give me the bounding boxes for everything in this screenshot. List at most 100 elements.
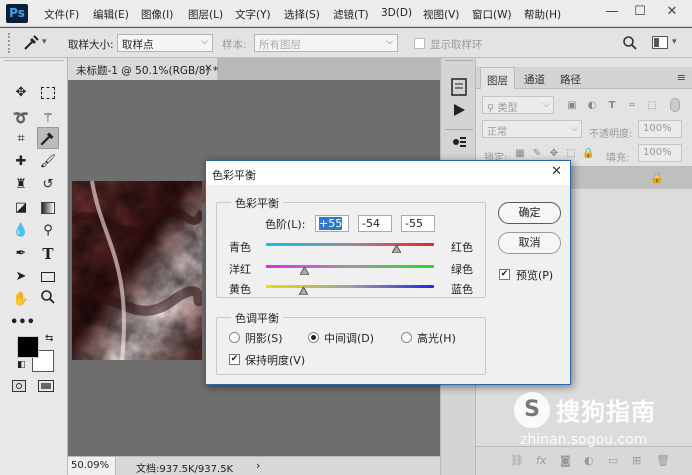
eraser-tool-icon[interactable]: ◪ <box>10 197 32 219</box>
healing-brush-icon[interactable]: ✚ <box>10 151 32 173</box>
blend-mode-select[interactable]: 正常 ⌵ <box>482 120 582 138</box>
more-tools-icon[interactable]: ••• <box>10 312 35 334</box>
preview-label[interactable]: 预览(P) <box>516 267 553 283</box>
quick-mask-icon[interactable] <box>12 380 26 392</box>
magenta-green-slider-thumb[interactable] <box>300 267 310 275</box>
move-tool-icon[interactable]: ✥ <box>10 82 32 104</box>
shadows-radio[interactable] <box>229 332 240 343</box>
yellow-blue-slider[interactable] <box>266 283 434 295</box>
eyedropper-tool-icon[interactable] <box>37 127 59 149</box>
preserve-luminosity-checkbox[interactable]: ✔ <box>229 354 240 365</box>
level-magenta-green-field[interactable]: -54 <box>358 215 392 232</box>
workspace-caret-icon[interactable]: ▾ <box>672 37 677 47</box>
lock-all-icon[interactable]: 🔒 <box>582 148 594 159</box>
blur-tool-icon[interactable]: 💧 <box>10 220 32 242</box>
pixel-filter-icon[interactable]: ▣ <box>566 100 578 111</box>
search-icon[interactable] <box>622 35 638 54</box>
default-colors-icon[interactable]: ◧ <box>17 360 26 370</box>
ok-button[interactable]: 确定 <box>498 202 561 224</box>
cyan-red-slider[interactable] <box>266 241 434 253</box>
toolbox-header[interactable] <box>4 60 64 66</box>
tab-channels[interactable]: 通道 <box>518 67 551 89</box>
opacity-field[interactable]: 100% <box>638 120 682 138</box>
menu-view[interactable]: 视图(V) <box>423 7 459 22</box>
sample-size-select[interactable]: 取样点 ⌵ <box>117 34 213 52</box>
document-size-info[interactable]: 文档:937.5K/937.5K <box>136 460 233 475</box>
marquee-tool-icon[interactable] <box>37 82 59 104</box>
preview-checkbox[interactable]: ✔ <box>499 269 510 280</box>
lasso-tool-icon[interactable]: ➰ <box>10 108 32 130</box>
dialog-title-bar[interactable]: 色彩平衡 ✕ <box>206 161 570 185</box>
hand-tool-icon[interactable]: ✋ <box>10 289 32 311</box>
highlights-radio[interactable] <box>401 332 412 343</box>
menu-edit[interactable]: 编辑(E) <box>93 7 129 22</box>
close-window-button[interactable]: ✕ <box>661 2 683 22</box>
swap-colors-icon[interactable]: ⇆ <box>45 333 53 344</box>
dodge-tool-icon[interactable]: ⚲ <box>37 220 59 242</box>
document-image[interactable] <box>72 181 202 360</box>
yellow-blue-slider-thumb[interactable] <box>299 287 309 295</box>
zoom-level-field[interactable]: 50.09% <box>68 457 116 475</box>
lock-transparency-icon[interactable]: ▦ <box>514 148 526 159</box>
history-panel-icon[interactable] <box>448 78 470 100</box>
shadows-label[interactable]: 阴影(S) <box>245 330 283 346</box>
show-ring-checkbox[interactable] <box>414 38 425 49</box>
gradient-tool-icon[interactable] <box>37 197 59 219</box>
lock-image-icon[interactable]: ✎ <box>531 148 543 159</box>
type-filter-icon[interactable]: T <box>606 100 618 111</box>
lock-position-icon[interactable]: ✥ <box>548 148 560 159</box>
menu-window[interactable]: 窗口(W) <box>472 7 512 22</box>
close-tab-icon[interactable]: × <box>204 62 213 74</box>
zoom-tool-icon[interactable] <box>37 289 59 311</box>
menu-type[interactable]: 文字(Y) <box>235 7 271 22</box>
foreground-color-swatch[interactable] <box>17 336 39 358</box>
preserve-luminosity-label[interactable]: 保持明度(V) <box>245 352 305 368</box>
eyedropper-icon[interactable] <box>22 34 40 56</box>
clone-stamp-icon[interactable]: ♜ <box>10 174 32 196</box>
status-menu-icon[interactable]: › <box>256 459 260 472</box>
menu-layer[interactable]: 图层(L) <box>188 7 223 22</box>
shape-filter-icon[interactable]: ⌗ <box>626 100 638 111</box>
highlights-label[interactable]: 高光(H) <box>417 330 456 346</box>
fill-field[interactable]: 100% <box>638 144 682 162</box>
midtones-label[interactable]: 中间调(D) <box>324 330 374 346</box>
panel-menu-icon[interactable]: ≡ <box>677 71 686 84</box>
workspace-icon[interactable] <box>652 36 668 49</box>
minimize-button[interactable]: — <box>601 2 623 22</box>
actions-play-icon[interactable] <box>448 103 470 125</box>
screen-mode-icon[interactable] <box>38 380 54 392</box>
adjustment-filter-icon[interactable]: ◐ <box>586 100 598 111</box>
grip-handle[interactable] <box>8 33 16 53</box>
type-tool-icon[interactable]: T <box>37 243 59 265</box>
filter-toggle[interactable] <box>670 98 680 112</box>
strip-grip[interactable] <box>445 60 473 66</box>
brush-tool-icon[interactable]: 🖌 <box>37 151 59 173</box>
tab-layers[interactable]: 图层 <box>480 67 515 89</box>
path-selection-icon[interactable]: ➤ <box>10 266 32 288</box>
magenta-green-slider[interactable] <box>266 263 434 275</box>
menu-filter[interactable]: 滤镜(T) <box>333 7 369 22</box>
filter-kind-select[interactable]: ⚲ 类型 ⌵ <box>482 96 554 114</box>
menu-3d[interactable]: 3D(D) <box>381 7 412 19</box>
menu-help[interactable]: 帮助(H) <box>524 7 561 22</box>
maximize-button[interactable]: ☐ <box>629 2 651 22</box>
menu-select[interactable]: 选择(S) <box>284 7 320 22</box>
smart-object-filter-icon[interactable]: ⬚ <box>646 100 658 111</box>
cancel-button[interactable]: 取消 <box>498 232 561 254</box>
pen-tool-icon[interactable]: ✒ <box>10 243 32 265</box>
tab-paths[interactable]: 路径 <box>554 67 587 89</box>
document-tab[interactable]: 未标题-1 @ 50.1%(RGB/8) * × <box>68 58 218 80</box>
level-yellow-blue-field[interactable]: -55 <box>401 215 435 232</box>
lock-artboard-icon[interactable]: ⬚ <box>565 148 577 159</box>
level-cyan-red-field[interactable]: +55 <box>315 215 349 232</box>
menu-image[interactable]: 图像(I) <box>141 7 173 22</box>
menu-file[interactable]: 文件(F) <box>44 7 79 22</box>
rectangle-tool-icon[interactable] <box>37 266 59 288</box>
history-brush-icon[interactable]: ↺ <box>37 174 59 196</box>
tool-preset-caret-icon[interactable]: ▾ <box>42 37 47 47</box>
properties-panel-icon[interactable] <box>448 134 470 156</box>
cyan-red-slider-thumb[interactable] <box>391 245 401 253</box>
midtones-radio[interactable] <box>308 332 319 343</box>
sample-select[interactable]: 所有图层 ⌵ <box>254 34 398 52</box>
close-icon[interactable]: ✕ <box>551 164 562 179</box>
